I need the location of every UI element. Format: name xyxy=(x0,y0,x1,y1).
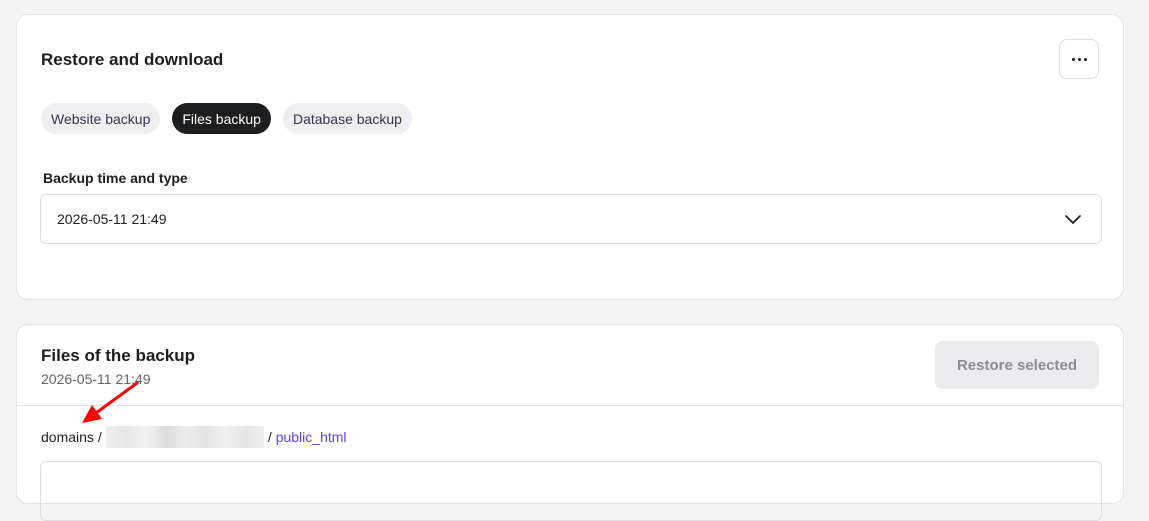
files-card-title: Files of the backup xyxy=(41,346,195,365)
tab-files-backup[interactable]: Files backup xyxy=(172,103,271,134)
file-list-container xyxy=(40,461,1102,521)
restore-selected-button[interactable]: Restore selected xyxy=(935,341,1099,389)
restore-card-title: Restore and download xyxy=(41,50,224,69)
breadcrumb-separator: / xyxy=(267,429,272,445)
chevron-down-icon xyxy=(1065,215,1081,224)
breadcrumb-redacted-domain[interactable] xyxy=(105,426,264,448)
more-horizontal-icon xyxy=(1071,57,1087,61)
more-options-button[interactable] xyxy=(1059,39,1099,79)
breadcrumb-domains[interactable]: domains xyxy=(41,429,94,445)
backup-time-label: Backup time and type xyxy=(43,170,188,186)
breadcrumb-public-html[interactable]: public_html xyxy=(276,429,347,445)
restore-download-card: Restore and download Website backup File… xyxy=(16,14,1124,300)
files-card-subtitle: 2026-05-11 21:49 xyxy=(41,371,151,387)
divider xyxy=(17,405,1123,406)
breadcrumb: domains / / public_html xyxy=(41,426,347,448)
tab-website-backup[interactable]: Website backup xyxy=(41,103,161,134)
backup-type-tabs: Website backup Files backup Database bac… xyxy=(41,103,412,134)
breadcrumb-separator: / xyxy=(97,429,102,445)
files-of-backup-card: Files of the backup 2026-05-11 21:49 Res… xyxy=(16,324,1124,521)
backup-time-select[interactable]: 2026-05-11 21:49 xyxy=(40,194,1102,244)
tab-database-backup[interactable]: Database backup xyxy=(282,103,412,134)
backup-time-value: 2026-05-11 21:49 xyxy=(57,211,167,227)
